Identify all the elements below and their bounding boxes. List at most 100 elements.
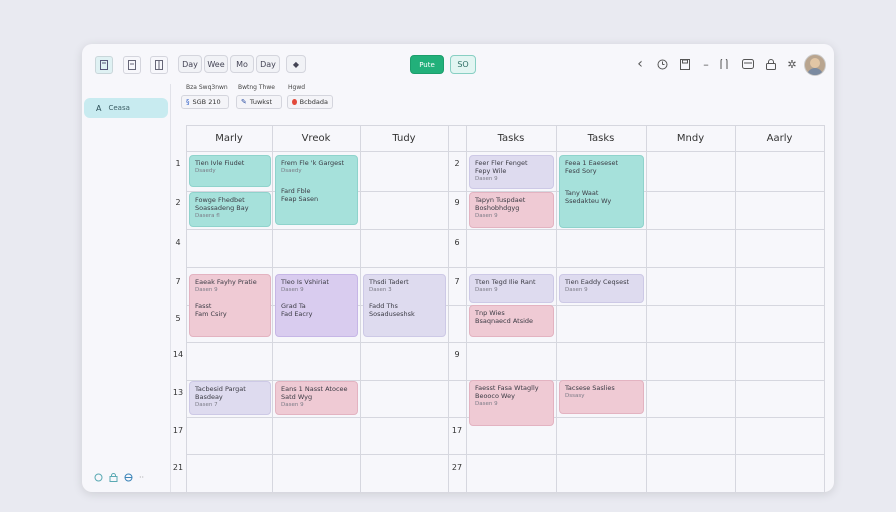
sidebar-item-active[interactable]: A Ceasa [84, 98, 168, 118]
event-title-line2: Fad Eacry [281, 310, 313, 318]
grid-line [186, 151, 824, 152]
event-card[interactable]: Feer Fler Fenget Fepy Wile Dasen 9 [469, 155, 554, 189]
event-title-line2: Fesd Sory [565, 167, 597, 175]
save-icon[interactable] [677, 56, 693, 72]
event-card[interactable]: Tacsese Saslies Dssasy [559, 380, 644, 414]
avatar[interactable] [804, 54, 826, 76]
event-title: Grad Ta [281, 302, 306, 310]
sidebar: A Ceasa ·· [82, 84, 171, 492]
event-subtitle: Dasen 9 [475, 213, 498, 219]
grid-line [466, 125, 467, 492]
filter-label-2: Bwtng Thwe [238, 84, 275, 91]
grid-line [186, 342, 824, 343]
event-title-line2: Fepy Wile [475, 167, 507, 175]
lock-icon[interactable] [763, 56, 779, 72]
more-dots-icon[interactable]: ·· [139, 473, 144, 482]
event-title-line2: Boshobhdgyg [475, 204, 520, 212]
primary-action-button[interactable]: Pute [410, 55, 444, 74]
event-title: Frem Fle 'k Gargest [281, 159, 345, 167]
event-title: Tany Waat [565, 189, 599, 197]
event-title: Fowge Fhedbet [195, 196, 245, 204]
sidebar-toggle-icon[interactable] [95, 56, 113, 74]
event-title: Thsdi Tadert [369, 278, 409, 286]
sparkle-icon[interactable]: ✲ [784, 56, 800, 72]
document-icon[interactable] [123, 56, 141, 74]
event-title: Eaeak Fayhy Pratie [195, 278, 257, 286]
column-header-2: Vreok [301, 132, 331, 144]
inbox-icon[interactable] [740, 56, 756, 72]
row-number: 9 [454, 198, 460, 207]
event-title-line2: Basdeay [195, 393, 223, 401]
event-subtitle: Dsaedy [281, 168, 302, 174]
sidebar-item-label: Ceasa [108, 104, 130, 112]
filter-chip-2-label: Tuwkst [249, 98, 272, 106]
event-title-line2: Bsaqnaecd Atside [475, 317, 534, 325]
event-subtitle: Dasen 9 [475, 176, 498, 182]
filter-chip-1-label: SGB 210 [192, 98, 221, 106]
event-card[interactable]: Eaeak Fayhy Pratie Dasen 9 Fasst Fam Csi… [189, 274, 271, 337]
filter-chip-1[interactable]: § SGB 210 [181, 95, 229, 109]
event-card[interactable]: Tnp Wies Bsaqnaecd Atside [469, 305, 554, 337]
settings-diamond-icon[interactable]: ◆ [286, 55, 306, 73]
event-card[interactable]: Eans 1 Nasst Atocee Satd Wyg Dasen 9 [275, 381, 358, 415]
back-chevron-icon[interactable]: ‹ [632, 56, 648, 72]
grid-line [360, 125, 361, 492]
row-number: 7 [454, 277, 460, 286]
event-card[interactable]: Tien Eaddy Ceqsest Dasen 9 [559, 274, 644, 303]
row-number: 6 [454, 238, 460, 247]
filter-chip-3[interactable]: Bcbdada [287, 95, 333, 109]
column-header-5: Tasks [587, 132, 615, 144]
event-title-line2: Ssedakteu Wy [565, 197, 612, 205]
event-card[interactable]: Faesst Fasa Wtaglly Beooco Wey Dasen 9 [469, 380, 554, 426]
event-card[interactable]: Fowge Fhedbet Soassadeng Bay Dasera fl [189, 192, 271, 227]
event-title: Fasst [195, 302, 212, 310]
globe-icon[interactable] [124, 473, 133, 482]
event-card[interactable]: Tien Ivle Fiudet Dsaedy [189, 155, 271, 187]
event-card[interactable]: Tten Tegd Ilie Rant Dasen 9 [469, 274, 554, 303]
bookmark-icon[interactable] [716, 56, 732, 72]
event-card[interactable]: Tapyn Tuspdaet Boshobhdgyg Dasen 9 [469, 192, 554, 228]
secondary-action-button[interactable]: SO [450, 55, 476, 74]
column-header-3: Tudy [392, 132, 416, 144]
view-week-button[interactable]: Wee [204, 55, 228, 73]
event-subtitle: Dasen 9 [195, 287, 218, 293]
event-title-line2: Fam Csiry [195, 310, 227, 318]
event-card[interactable]: Thsdi Tadert Dasen 3 Fadd Ths Sosadusesh… [363, 274, 446, 337]
grid-line [824, 125, 825, 492]
event-subtitle: Dasen 9 [565, 287, 588, 293]
calendar-window: Day Wee Mo Day ◆ Pute SO ‹ – ✲ Bza Swq3n… [82, 44, 834, 492]
event-card[interactable]: Tleo Is Vshiriat Dasen 9 Grad Ta Fad Eac… [275, 274, 358, 337]
cloud-icon[interactable] [94, 473, 103, 482]
event-title: Fard Fble [281, 187, 311, 195]
view-day-alt-button[interactable]: Day [256, 55, 280, 73]
row-number: 27 [451, 463, 463, 472]
event-subtitle: Dasen 9 [475, 401, 498, 407]
sidebar-item-letter: A [96, 103, 102, 113]
event-subtitle: Dasera fl [195, 213, 220, 219]
row-number: 14 [172, 350, 184, 359]
filter-chip-2[interactable]: ✎ Tuwkst [236, 95, 282, 109]
event-title: Tacbesid Pargat [195, 385, 246, 393]
event-card[interactable]: Feea 1 Eaeseset Fesd Sory Tany Waat Ssed… [559, 155, 644, 228]
clock-icon[interactable] [654, 56, 670, 72]
calendar-grid: Marly Vreok Tudy Tasks Tasks Mndy Aarly … [170, 125, 834, 492]
view-month-button[interactable]: Mo [230, 55, 254, 73]
filter-label-1: Bza Swq3nwn [186, 84, 228, 91]
event-subtitle: Dasen 9 [281, 402, 304, 408]
grid-line [272, 125, 273, 492]
column-header-6: Mndy [676, 132, 705, 144]
columns-icon[interactable] [150, 56, 168, 74]
filter-chip-3-label: Bcbdada [299, 98, 328, 106]
row-number: 5 [175, 314, 181, 323]
event-title: Feea 1 Eaeseset [565, 159, 619, 167]
column-header-7: Aarly [766, 132, 793, 144]
event-subtitle: Dssasy [565, 393, 585, 399]
grid-line [186, 229, 824, 230]
event-card[interactable]: Tacbesid Pargat Basdeay Dasen 7 [189, 381, 271, 415]
lock-small-icon[interactable] [109, 473, 118, 482]
view-day-button[interactable]: Day [178, 55, 202, 73]
minus-icon[interactable]: – [698, 56, 714, 72]
event-card[interactable]: Frem Fle 'k Gargest Dsaedy Fard Fble Fea… [275, 155, 358, 225]
row-number: 9 [454, 350, 460, 359]
pencil-icon: ✎ [241, 98, 247, 106]
